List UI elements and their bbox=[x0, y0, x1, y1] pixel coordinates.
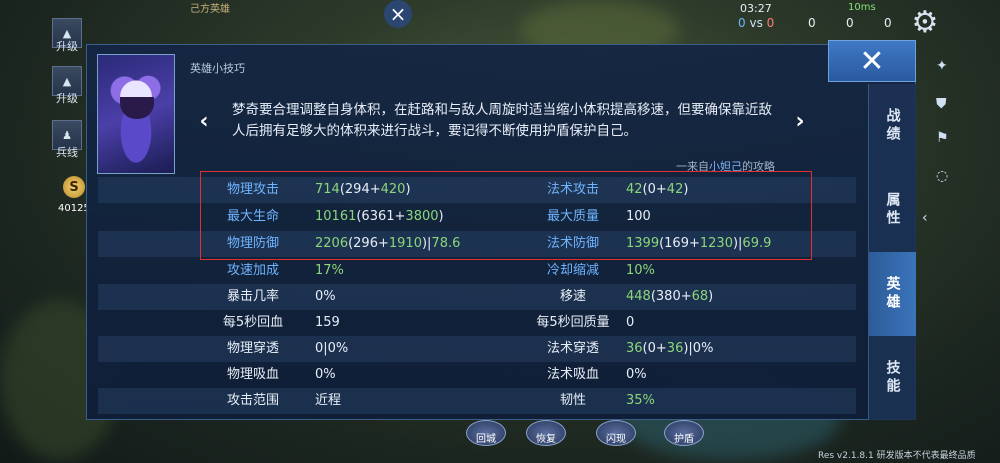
assists-stat: 0 bbox=[884, 16, 892, 30]
stat-value-left: 0|0% bbox=[315, 341, 349, 356]
chat-icon[interactable]: ◌ bbox=[936, 168, 948, 184]
stat-value-left: 0% bbox=[315, 289, 336, 304]
stat-label-right: 冷却缩减 bbox=[546, 263, 599, 278]
side-tabs: 战绩 属性 英雄 技能 bbox=[868, 84, 916, 420]
stat-label-left: 每5秒回血 bbox=[222, 315, 284, 330]
close-button[interactable]: ✕ bbox=[828, 40, 916, 82]
stat-label-left: 攻击范围 bbox=[226, 393, 279, 408]
crossed-swords-icon[interactable]: × bbox=[384, 0, 412, 28]
upgrade-label-1: 升级 bbox=[56, 40, 78, 53]
ping-readout: 10ms bbox=[848, 2, 876, 13]
hero-portrait bbox=[97, 54, 175, 174]
stat-label-left: 暴击几率 bbox=[226, 289, 279, 304]
stat-row: 物理吸血 0% 法术吸血 0% bbox=[98, 362, 856, 388]
allied-heroes-title: 己方英雄 bbox=[190, 4, 230, 15]
skill-recall[interactable]: 回城 bbox=[466, 420, 506, 446]
gold-icon: S bbox=[63, 176, 85, 198]
tab-2[interactable]: 属性 bbox=[868, 168, 916, 252]
stat-row: 攻速加成 17% 冷却缩减 10% bbox=[98, 258, 856, 284]
stat-label-left: 攻速加成 bbox=[226, 263, 279, 278]
kills-stat: 0 bbox=[808, 16, 816, 30]
sword-icon[interactable]: ✦ bbox=[936, 58, 948, 74]
stat-value-right: 35% bbox=[626, 393, 655, 408]
kda-display: 0 vs 0 bbox=[738, 16, 774, 30]
prev-tip-button[interactable]: ‹ bbox=[196, 110, 212, 134]
chevron-left-icon[interactable]: ‹ bbox=[922, 210, 928, 226]
version-text: Res v2.1.8.1 研发版本不代表最终品质 bbox=[818, 451, 976, 461]
tip-text: 梦奇要合理调整自身体积，在赶路和与敌人周旋时适当缩小体积提高移速，但要确保靠近敌… bbox=[232, 102, 772, 139]
stat-value-left: 近程 bbox=[315, 393, 342, 408]
tab-3[interactable]: 英雄 bbox=[868, 252, 916, 336]
stat-row: 每5秒回血 159 每5秒回质量 0 bbox=[98, 310, 856, 336]
skill-heal[interactable]: 恢复 bbox=[526, 420, 566, 446]
kda-right: 0 bbox=[766, 16, 775, 30]
deaths-stat: 0 bbox=[846, 16, 854, 30]
upgrade-label-2: 升级 bbox=[56, 92, 78, 105]
stat-label-right: 韧性 bbox=[559, 393, 586, 408]
stat-label-right: 每5秒回质量 bbox=[536, 315, 610, 330]
stat-label-right: 法术吸血 bbox=[546, 367, 599, 382]
stat-value-right: 36(0+36)|0% bbox=[626, 341, 714, 356]
minion-label: 兵线 bbox=[56, 146, 78, 159]
tab-1[interactable]: 战绩 bbox=[868, 84, 916, 168]
stat-row: 攻击范围 近程 韧性 35% bbox=[98, 388, 856, 414]
stat-value-right: 10% bbox=[626, 263, 655, 278]
stat-label-left: 物理吸血 bbox=[226, 367, 279, 382]
flag-icon[interactable]: ⚑ bbox=[936, 130, 949, 146]
match-time: 03:27 bbox=[740, 2, 772, 15]
stat-value-left: 159 bbox=[315, 315, 340, 330]
stat-label-right: 法术穿透 bbox=[546, 341, 599, 356]
stat-row: 暴击几率 0% 移速 448(380+68) bbox=[98, 284, 856, 310]
stat-value-left: 17% bbox=[315, 263, 344, 278]
hero-portrait-mouth bbox=[120, 97, 154, 119]
kda-vs: vs bbox=[749, 16, 763, 30]
stat-value-right: 0 bbox=[626, 315, 635, 330]
highlight-box bbox=[200, 171, 812, 260]
skill-shield[interactable]: 护盾 bbox=[664, 420, 704, 446]
stat-label-right: 移速 bbox=[559, 289, 586, 304]
stat-value-left: 0% bbox=[315, 367, 336, 382]
shield-icon[interactable]: ⛊ bbox=[936, 96, 947, 112]
stat-row: 物理穿透 0|0% 法术穿透 36(0+36)|0% bbox=[98, 336, 856, 362]
stat-value-right: 448(380+68) bbox=[626, 289, 714, 304]
skill-flash[interactable]: 闪现 bbox=[596, 420, 636, 446]
stat-value-right: 0% bbox=[626, 367, 647, 382]
stat-label-left: 物理穿透 bbox=[226, 341, 279, 356]
kda-left: 0 bbox=[738, 16, 746, 30]
tab-4[interactable]: 技能 bbox=[868, 336, 916, 420]
tip-title: 英雄小技巧 bbox=[190, 62, 245, 75]
gear-icon[interactable]: ⚙ bbox=[908, 6, 942, 40]
next-tip-button[interactable]: › bbox=[792, 110, 808, 134]
